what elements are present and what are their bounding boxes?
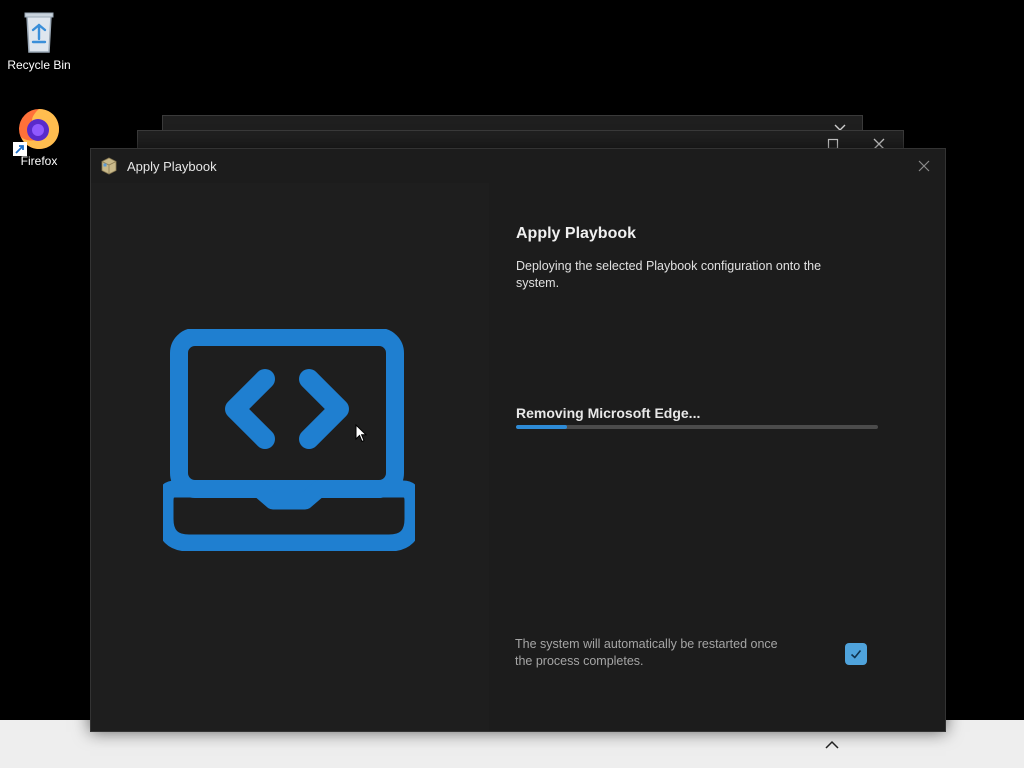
firefox-icon: [13, 104, 63, 156]
window-title: Apply Playbook: [127, 159, 217, 174]
progress-bar-fill: [516, 425, 567, 429]
checkmark-icon: [850, 649, 862, 659]
close-button[interactable]: [911, 155, 937, 177]
title-bar[interactable]: Apply Playbook: [91, 149, 945, 183]
desktop-icon-label: Firefox: [20, 154, 58, 168]
close-icon: [918, 160, 930, 172]
restart-note: The system will automatically be restart…: [515, 637, 778, 668]
desktop-icon-recycle-bin[interactable]: Recycle Bin: [1, 8, 77, 72]
recycle-bin-icon: [15, 8, 63, 56]
desktop-icon-label: Recycle Bin: [7, 58, 71, 72]
status-text: Removing Microsoft Edge...: [516, 405, 701, 421]
page-title: Apply Playbook: [516, 225, 637, 242]
apply-playbook-window: Apply Playbook Apply Playbook Deploying …: [90, 148, 946, 732]
restart-checkbox[interactable]: [845, 643, 867, 665]
chevron-up-icon[interactable]: [822, 737, 842, 751]
illustration-pane: [91, 183, 489, 731]
description-text: Deploying the selected Playbook configur…: [516, 259, 822, 290]
mouse-cursor-icon: [355, 423, 368, 448]
desktop-icon-firefox[interactable]: Firefox: [1, 104, 77, 168]
laptop-code-icon: [156, 328, 422, 556]
progress-bar: [516, 425, 878, 429]
progress-pane: Apply Playbook Deploying the selected Pl…: [489, 183, 945, 731]
shortcut-arrow-icon: [13, 142, 27, 156]
package-icon: [100, 157, 118, 175]
